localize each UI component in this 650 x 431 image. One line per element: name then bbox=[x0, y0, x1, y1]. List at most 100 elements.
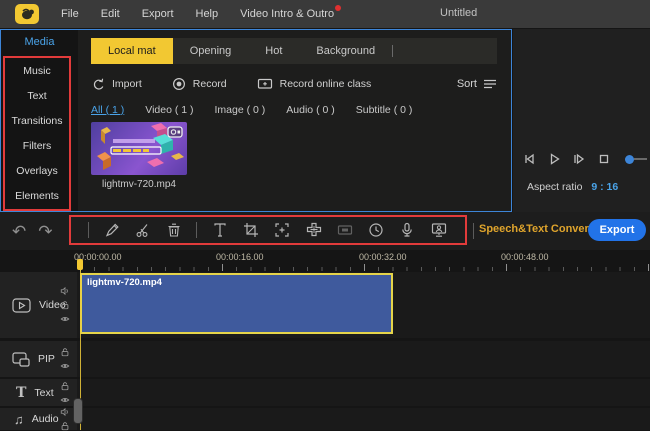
record-button[interactable]: Record bbox=[172, 77, 227, 91]
pip-track-header: PIP bbox=[0, 341, 77, 377]
lock-icon[interactable] bbox=[60, 300, 70, 310]
import-icon bbox=[93, 78, 104, 90]
pip-track-icon bbox=[12, 351, 30, 367]
track-text: T Text bbox=[0, 379, 650, 406]
media-clip-thumbnail bbox=[91, 122, 187, 175]
window-title: Untitled bbox=[440, 7, 478, 19]
filter-video[interactable]: Video ( 1 ) bbox=[145, 104, 193, 116]
preview-panel: Aspect ratio 9 : 16 bbox=[513, 29, 650, 212]
edit-pencil-button[interactable] bbox=[103, 221, 121, 239]
transform-icon bbox=[306, 222, 321, 237]
play-button[interactable] bbox=[546, 151, 562, 167]
sidebar-item-music[interactable]: Music bbox=[5, 65, 69, 77]
timeline-video-clip[interactable]: lightmv-720.mp4 bbox=[80, 273, 393, 334]
sidebar-highlight-box: Music Text Transitions Filters Overlays … bbox=[3, 56, 71, 211]
audio-track-label: Audio bbox=[31, 413, 59, 425]
tab-local-mat[interactable]: Local mat bbox=[91, 38, 173, 64]
tab-opening[interactable]: Opening bbox=[173, 38, 249, 64]
import-button[interactable]: Import bbox=[91, 77, 142, 91]
text-track-lane[interactable] bbox=[77, 379, 650, 406]
record-label: Record bbox=[192, 78, 227, 90]
duration-button[interactable] bbox=[367, 221, 385, 239]
menu-bar: File Edit Export Help Video Intro & Outr… bbox=[0, 0, 650, 28]
sidebar-item-elements[interactable]: Elements bbox=[5, 190, 69, 202]
zoom-frame-icon bbox=[275, 223, 289, 237]
transform-split-button[interactable] bbox=[305, 221, 323, 239]
aspect-ratio-row: Aspect ratio 9 : 16 bbox=[527, 181, 618, 193]
redo-button[interactable]: ↷ bbox=[38, 223, 52, 240]
media-filter-row: All ( 1 ) Video ( 1 ) Image ( 0 ) Audio … bbox=[91, 100, 497, 120]
lock-icon[interactable] bbox=[60, 347, 70, 357]
toolbar-highlight-box bbox=[69, 215, 467, 245]
mute-icon[interactable] bbox=[60, 286, 70, 296]
crop-button[interactable] bbox=[242, 221, 260, 239]
filter-audio[interactable]: Audio ( 0 ) bbox=[286, 104, 334, 116]
text-tool-icon bbox=[214, 223, 226, 237]
presenter-button[interactable] bbox=[430, 221, 448, 239]
lock-icon[interactable] bbox=[60, 381, 70, 391]
bee-logo-glyph bbox=[22, 8, 34, 20]
split-cut-button[interactable] bbox=[134, 221, 152, 239]
sort-label: Sort bbox=[456, 78, 477, 90]
tab-hot[interactable]: Hot bbox=[248, 38, 299, 64]
record-online-class-button[interactable]: Record online class bbox=[257, 77, 371, 91]
timeline-ruler[interactable]: 00:00:00.00 00:00:16.00 00:00:32.00 00:0… bbox=[0, 250, 650, 272]
menu-export[interactable]: Export bbox=[142, 8, 174, 20]
mute-icon[interactable] bbox=[60, 407, 70, 417]
crop-icon bbox=[243, 223, 258, 237]
record-icon bbox=[172, 77, 185, 91]
sort-list-icon bbox=[484, 79, 496, 89]
next-frame-button[interactable] bbox=[571, 151, 587, 167]
track-audio: ♫ Audio bbox=[0, 407, 650, 431]
filter-all[interactable]: All ( 1 ) bbox=[91, 104, 124, 116]
previous-frame-button[interactable] bbox=[521, 151, 537, 167]
zoom-frame-button[interactable] bbox=[273, 221, 291, 239]
audio-track-header: ♫ Audio bbox=[0, 407, 77, 431]
sort-button[interactable]: Sort bbox=[457, 78, 497, 90]
visibility-eye-icon[interactable] bbox=[60, 314, 70, 324]
filter-subtitle[interactable]: Subtitle ( 0 ) bbox=[356, 104, 413, 116]
playhead-handle[interactable] bbox=[77, 259, 83, 270]
audio-track-icon: ♫ bbox=[14, 411, 24, 427]
ruler-timestamp: 00:00:48.00 bbox=[501, 252, 549, 262]
pip-track-label: PIP bbox=[38, 353, 55, 365]
export-button[interactable]: Export bbox=[588, 219, 646, 241]
filter-image[interactable]: Image ( 0 ) bbox=[215, 104, 266, 116]
visibility-eye-icon[interactable] bbox=[60, 361, 70, 371]
delete-button[interactable] bbox=[165, 221, 183, 239]
undo-button[interactable]: ↶ bbox=[12, 223, 26, 240]
volume-slider[interactable] bbox=[625, 154, 647, 164]
voiceover-button[interactable] bbox=[398, 221, 416, 239]
toolbar-separator bbox=[473, 223, 474, 239]
menu-edit[interactable]: Edit bbox=[101, 8, 120, 20]
toolbar-separator bbox=[196, 222, 198, 238]
app-logo-icon[interactable] bbox=[15, 4, 39, 24]
stop-button[interactable] bbox=[596, 151, 612, 167]
sidebar-item-transitions[interactable]: Transitions bbox=[5, 115, 69, 127]
menu-help[interactable]: Help bbox=[196, 8, 219, 20]
mask-icon bbox=[337, 225, 352, 235]
speech-text-converter-button[interactable]: Speech&Text Converter bbox=[479, 223, 603, 235]
audio-track-lane[interactable] bbox=[77, 408, 650, 430]
import-label: Import bbox=[112, 78, 142, 90]
video-track-lane[interactable]: lightmv-720.mp4 bbox=[77, 272, 650, 338]
menu-file[interactable]: File bbox=[61, 8, 79, 20]
sidebar-item-filters[interactable]: Filters bbox=[5, 140, 69, 152]
volume-slider-knob[interactable] bbox=[625, 154, 634, 164]
visibility-eye-icon[interactable] bbox=[60, 395, 70, 405]
sidebar-item-text[interactable]: Text bbox=[5, 90, 69, 102]
sidebar-item-media[interactable]: Media bbox=[1, 30, 78, 55]
media-clip-card[interactable]: lightmv-720.mp4 bbox=[91, 122, 187, 190]
video-camera-badge-icon bbox=[167, 126, 183, 138]
volume-slider-track bbox=[634, 158, 647, 160]
sidebar-item-overlays[interactable]: Overlays bbox=[5, 165, 69, 177]
mask-button[interactable] bbox=[336, 221, 354, 239]
menu-video-intro-outro[interactable]: Video Intro & Outro bbox=[240, 5, 342, 20]
microphone-icon bbox=[402, 222, 413, 237]
tab-background[interactable]: Background bbox=[299, 38, 392, 64]
aspect-ratio-value[interactable]: 9 : 16 bbox=[591, 181, 618, 193]
pip-track-lane[interactable] bbox=[77, 341, 650, 377]
timeline-scrollbar-handle[interactable] bbox=[73, 398, 83, 424]
text-tool-button[interactable] bbox=[211, 221, 229, 239]
video-track-header: Video bbox=[0, 272, 77, 338]
